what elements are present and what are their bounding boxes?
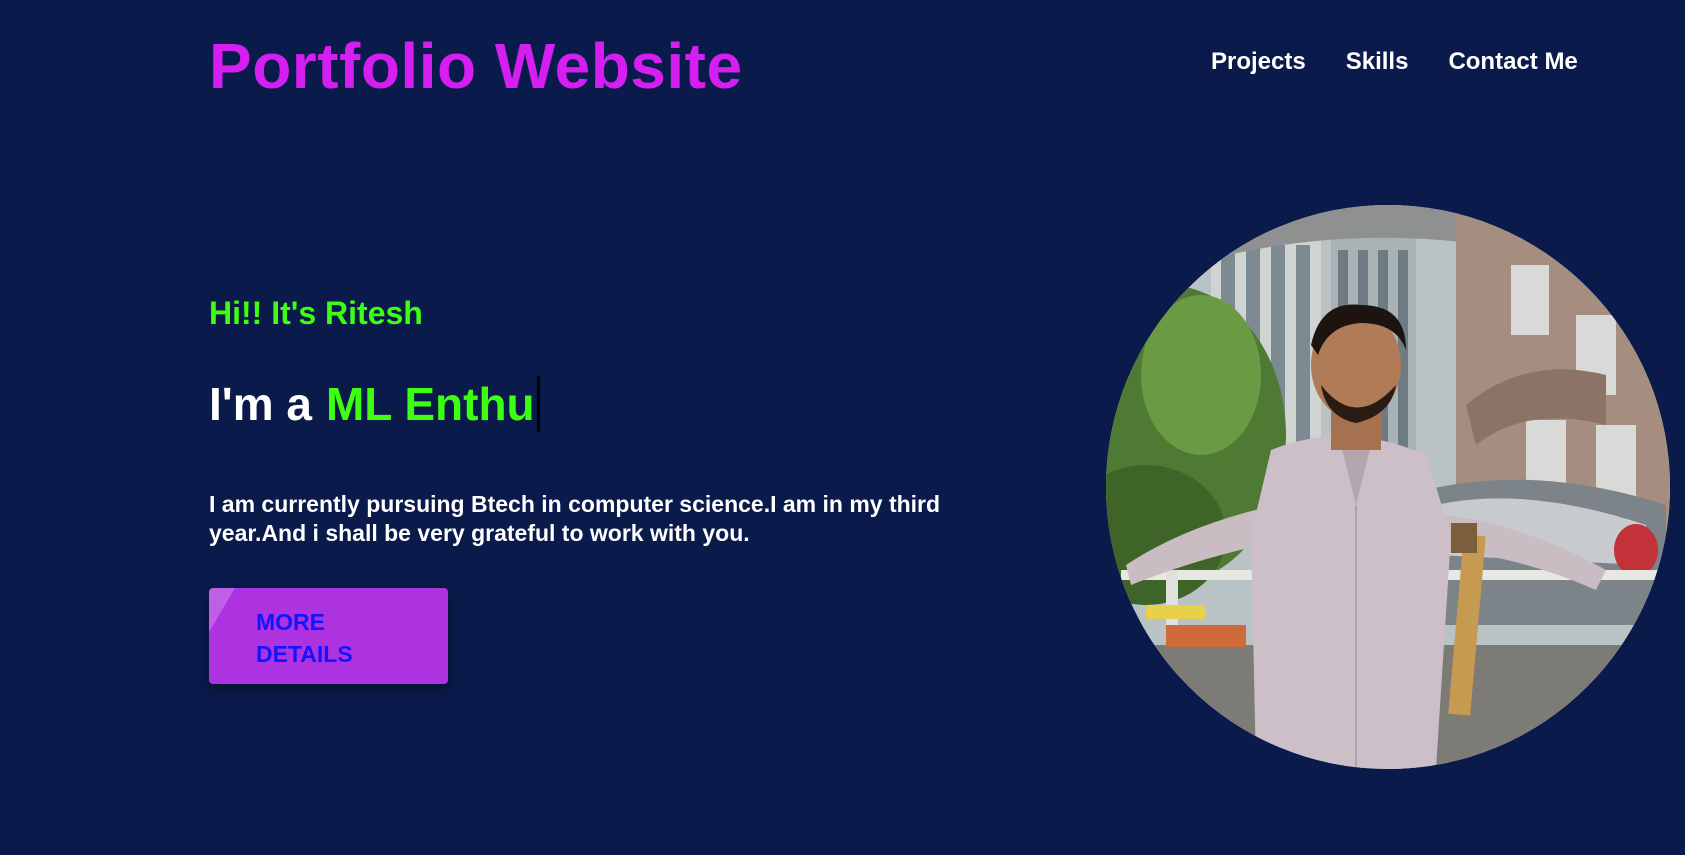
nav-link-contact[interactable]: Contact Me <box>1448 46 1577 78</box>
nav-link-skills[interactable]: Skills <box>1346 46 1409 78</box>
main-nav: Projects Skills Contact Me <box>1211 46 1578 78</box>
nav-link-projects[interactable]: Projects <box>1211 46 1306 78</box>
hero-role-line: I'm a ML Enthu <box>209 375 540 433</box>
profile-photo-illustration <box>1106 205 1670 769</box>
hero-greeting: Hi!! It's Ritesh <box>209 295 423 331</box>
page: Portfolio Website Projects Skills Contac… <box>0 0 1685 855</box>
role-prefix: I'm a <box>209 378 312 430</box>
site-title: Portfolio Website <box>209 30 743 102</box>
profile-photo <box>1106 205 1670 769</box>
typing-cursor <box>536 376 540 432</box>
more-details-label: MORE DETAILS <box>256 609 353 667</box>
hero-bio: I am currently pursuing Btech in compute… <box>209 491 941 546</box>
more-details-button[interactable]: MORE DETAILS <box>209 588 448 684</box>
role-typed-text: ML Enthu <box>325 378 535 430</box>
button-sheen <box>209 588 235 632</box>
